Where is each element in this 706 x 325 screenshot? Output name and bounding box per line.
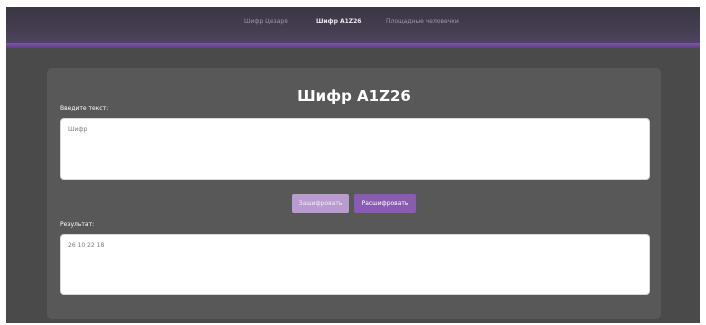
app-window: Шифр Цезаря Шифр A1Z26 Площадные человеч…: [6, 7, 700, 323]
nav-item-a1z26-cipher[interactable]: Шифр A1Z26: [316, 18, 361, 25]
output-textarea[interactable]: 26 10 22 18: [60, 234, 650, 295]
top-navigation: Шифр Цезаря Шифр A1Z26 Площадные человеч…: [6, 7, 700, 43]
page-title: Шифр A1Z26: [297, 87, 411, 105]
input-label: Введите текст:: [60, 105, 109, 112]
encrypt-button[interactable]: Зашифровать: [292, 194, 349, 213]
nav-accent-bar: [6, 43, 700, 48]
output-label: Результат:: [60, 221, 95, 228]
cipher-card: Шифр A1Z26 Введите текст: Шифр Зашифрова…: [47, 68, 661, 319]
nav-item-caesar-cipher[interactable]: Шифр Цезаря: [244, 18, 288, 25]
decrypt-button[interactable]: Расшифровать: [354, 194, 416, 213]
nav-item-dancing-men[interactable]: Площадные человечки: [386, 18, 459, 25]
input-textarea[interactable]: Шифр: [60, 118, 650, 180]
